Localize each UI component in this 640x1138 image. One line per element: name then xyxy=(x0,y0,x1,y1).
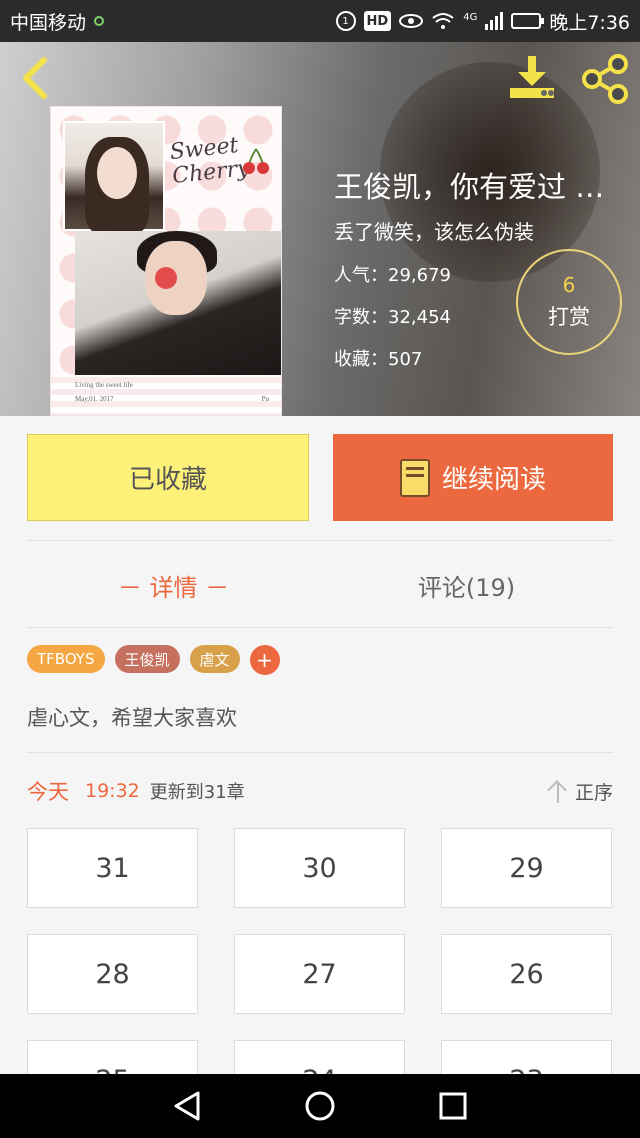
chevron-left-icon xyxy=(23,57,47,99)
status-bar: 中国移动 1 HD 4G 晚上7:36 xyxy=(0,0,640,42)
status-icons: 1 HD 4G 晚上7:36 xyxy=(335,8,630,35)
update-info: 今天 19:32 更新到31章 正序 xyxy=(27,775,613,807)
tag-tfboys[interactable]: TFBOYS xyxy=(27,645,105,673)
nav-home-button[interactable] xyxy=(300,1086,340,1126)
carrier-group: 中国移动 xyxy=(10,8,105,35)
status-time: 晚上7:36 xyxy=(549,11,630,34)
divider xyxy=(27,540,613,541)
cover-photo-boy xyxy=(75,231,281,375)
battery-icon xyxy=(511,13,545,29)
action-buttons: 已收藏 继续阅读 xyxy=(27,434,613,521)
triangle-back-icon xyxy=(174,1091,200,1121)
cherry-icon xyxy=(243,148,269,174)
system-nav-bar xyxy=(0,1074,640,1138)
chapter-item[interactable]: 29 xyxy=(441,828,612,908)
book-title: 王俊凯，你有爱过 … xyxy=(334,170,605,204)
favorited-button[interactable]: 已收藏 xyxy=(27,434,309,521)
book-icon xyxy=(399,458,430,497)
reward-count: 6 xyxy=(562,273,576,297)
download-button[interactable] xyxy=(508,54,558,102)
chapter-item[interactable]: 28 xyxy=(27,934,198,1014)
back-button[interactable] xyxy=(14,56,58,100)
download-icon xyxy=(510,56,554,98)
nav-back-button[interactable] xyxy=(167,1086,207,1126)
book-header: Sweet Cherry Living the sweet life May.0… xyxy=(0,42,640,416)
cover-caption: Living the sweet life xyxy=(75,381,133,389)
square-recents-icon xyxy=(439,1092,467,1120)
word-count-value: 32,454 xyxy=(388,307,451,328)
chapter-item[interactable]: 27 xyxy=(234,934,405,1014)
cover-photo-girl xyxy=(63,121,165,233)
cover-sweet-cherry-text: Sweet Cherry xyxy=(169,133,251,189)
cover-signature: Pu xyxy=(261,395,269,403)
popularity-label: 人气： xyxy=(334,265,388,286)
continue-reading-button[interactable]: 继续阅读 xyxy=(333,434,613,521)
tag-list: TFBOYS 王俊凯 虐文 + xyxy=(27,645,280,675)
tab-details[interactable]: － 详情 － xyxy=(27,545,320,625)
network-type-label: 4G xyxy=(463,12,478,23)
cover-date: May.01. 2017 xyxy=(75,395,114,403)
update-time: 19:32 xyxy=(85,780,140,802)
popularity-value: 29,679 xyxy=(388,265,451,286)
volte-icon: 1 xyxy=(335,11,356,31)
chapter-item[interactable]: 26 xyxy=(441,934,612,1014)
wifi-icon xyxy=(431,11,455,31)
detail-tabs: － 详情 － 评论(19) xyxy=(27,545,613,625)
tag-nuewen[interactable]: 虐文 xyxy=(189,645,240,673)
reward-label: 打赏 xyxy=(548,305,590,329)
hd-icon: HD xyxy=(363,11,392,31)
sort-order-label: 正序 xyxy=(574,781,613,804)
word-count-label: 字数： xyxy=(334,307,388,328)
chapter-item[interactable]: 31 xyxy=(27,828,198,908)
divider xyxy=(27,752,613,753)
book-description: 虐心文，希望大家喜欢 xyxy=(27,706,237,730)
favorites-value: 507 xyxy=(388,349,423,370)
nav-recents-button[interactable] xyxy=(433,1086,473,1126)
continue-reading-label: 继续阅读 xyxy=(441,465,546,495)
circle-home-icon xyxy=(305,1091,335,1121)
favorites-label: 收藏： xyxy=(334,349,388,370)
sort-order-button[interactable]: 正序 xyxy=(547,778,613,805)
arrow-up-icon xyxy=(547,779,569,803)
eye-icon xyxy=(399,11,424,31)
add-tag-button[interactable]: + xyxy=(249,645,280,675)
book-cover-image[interactable]: Sweet Cherry Living the sweet life May.0… xyxy=(50,106,282,416)
book-subtitle: 丢了微笑，该怎么伪装 xyxy=(334,220,534,244)
share-icon xyxy=(582,54,628,104)
tab-comments[interactable]: 评论(19) xyxy=(320,545,613,625)
chapter-item[interactable]: 30 xyxy=(234,828,405,908)
update-text: 更新到31章 xyxy=(149,782,245,803)
divider xyxy=(27,627,613,628)
tag-wangjunkai[interactable]: 王俊凯 xyxy=(114,645,180,673)
notification-dot-icon xyxy=(94,16,105,26)
carrier-name: 中国移动 xyxy=(10,11,87,34)
signal-icon xyxy=(485,12,504,30)
share-button[interactable] xyxy=(580,54,630,104)
update-day: 今天 xyxy=(27,780,69,804)
reward-button[interactable]: 6 打赏 xyxy=(516,249,622,355)
